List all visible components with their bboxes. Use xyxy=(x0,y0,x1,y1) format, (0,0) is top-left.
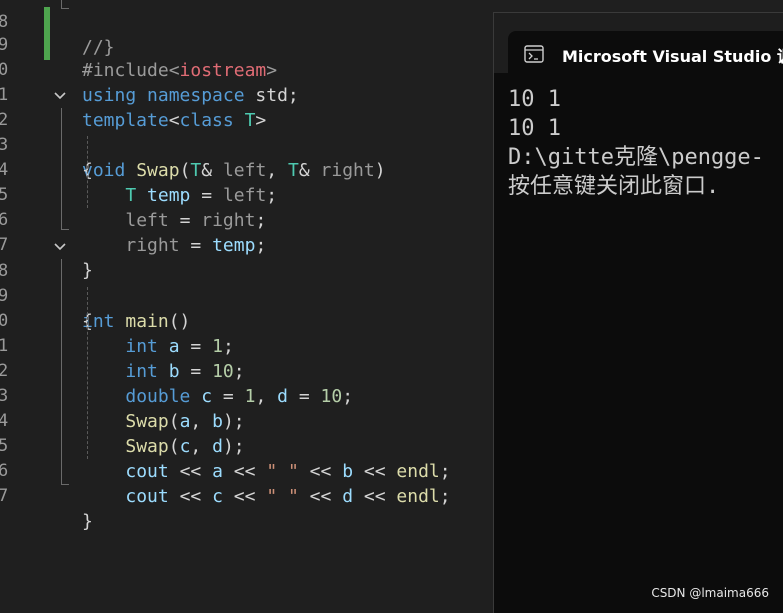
outline-line xyxy=(61,229,69,230)
outline-line xyxy=(61,0,62,8)
outline-line xyxy=(61,8,69,9)
outline-line xyxy=(61,108,62,230)
console-title: Microsoft Visual Studio 调试 xyxy=(562,47,783,66)
code-text: } xyxy=(82,511,93,532)
chevron-down-icon[interactable] xyxy=(53,234,69,259)
chevron-down-icon[interactable] xyxy=(53,83,69,108)
terminal-icon xyxy=(524,45,544,67)
console-line: 10 1 xyxy=(508,87,561,112)
code-text: cout << c << " " << d << endl; xyxy=(125,486,451,507)
debug-console-window[interactable]: Microsoft Visual Studio 调试 10 1 10 1 D:\gi… xyxy=(493,12,783,613)
watermark: CSDN @lmaima666 xyxy=(651,586,769,600)
indent-guide xyxy=(87,287,88,459)
outline-line xyxy=(61,484,69,485)
console-title-bar[interactable]: Microsoft Visual Studio 调试 xyxy=(494,13,783,73)
console-tab[interactable]: Microsoft Visual Studio 调试 xyxy=(508,31,783,73)
console-line: D:\gitte克隆\pengge- xyxy=(508,145,764,170)
console-output: 10 1 10 1 D:\gitte克隆\pengge- 按任意键关闭此窗口. xyxy=(508,85,764,201)
line-number: 7 xyxy=(0,486,9,506)
outline-line xyxy=(61,259,62,485)
console-line: 10 1 xyxy=(508,116,561,141)
console-line: 按任意键关闭此窗口. xyxy=(508,174,733,199)
indent-guide xyxy=(87,136,88,208)
